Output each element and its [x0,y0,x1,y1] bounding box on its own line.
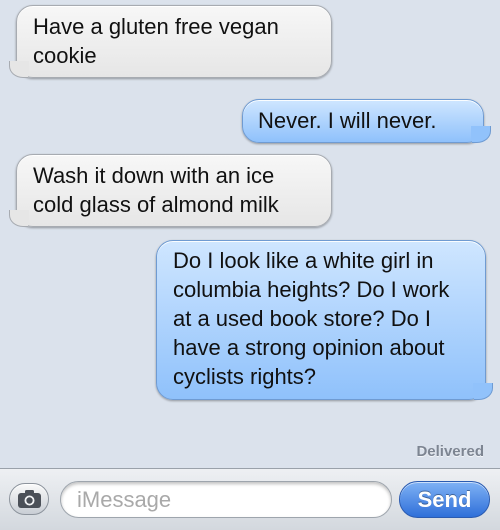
message-text: Wash it down with an ice cold glass of a… [33,163,279,217]
message-input[interactable]: iMessage [60,481,392,518]
camera-button[interactable] [9,483,49,515]
message-bubble-outgoing[interactable]: Never. I will never. [242,99,491,143]
message-bubble-incoming[interactable]: Wash it down with an ice cold glass of a… [16,154,332,227]
message-composer: iMessage Send [0,468,500,530]
send-button[interactable]: Send [399,481,490,518]
message-bubble-outgoing[interactable]: Do I look like a white girl in columbia … [156,240,493,400]
message-bubble-incoming[interactable]: Have a gluten free vegan cookie [16,5,332,78]
message-text: Do I look like a white girl in columbia … [173,248,450,389]
message-text: Have a gluten free vegan cookie [33,14,279,68]
message-text: Never. I will never. [258,108,437,133]
delivery-status: Delivered [416,443,484,460]
message-thread: Have a gluten free vegan cookie Never. I… [0,0,500,468]
